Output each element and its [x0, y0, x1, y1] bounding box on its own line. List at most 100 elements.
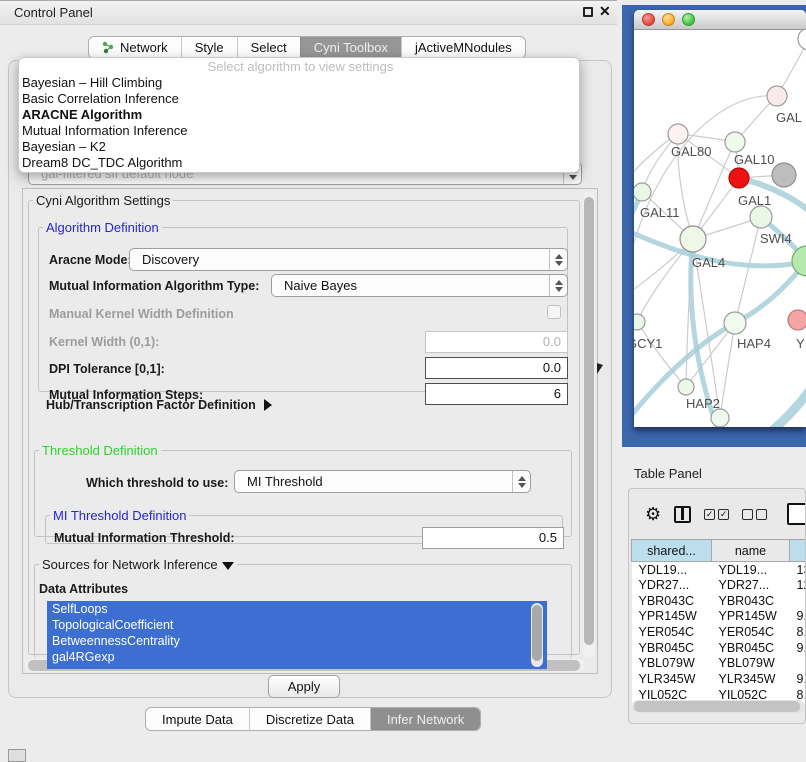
settings-vertical-scrollbar[interactable] — [583, 192, 595, 658]
attribute-item[interactable]: TopologicalCoefficient — [47, 617, 547, 633]
tab-discretize-data[interactable]: Discretize Data — [249, 708, 370, 730]
cyni-algorithm-settings-title: Cyni Algorithm Settings — [33, 193, 173, 208]
table-cell: YBL079W — [632, 656, 712, 672]
attribute-item[interactable]: BetweennessCentrality — [47, 633, 547, 649]
attributes-scrollbar[interactable] — [531, 603, 543, 667]
table-row[interactable]: YDL19...YDL19...13 — [632, 562, 806, 578]
which-threshold-combobox[interactable]: MI Threshold — [234, 470, 531, 493]
window-close-icon[interactable] — [642, 13, 655, 26]
network-edge[interactable] — [720, 323, 735, 418]
node-label: GCY1 — [634, 336, 662, 351]
network-canvas[interactable]: GALGAL80GAL10GAL1GAL11SWI4GAL4GCY1HAP4YH… — [634, 30, 806, 427]
gear-icon[interactable]: ⚙ — [645, 505, 661, 523]
table-row[interactable]: YBR043CYBR043C — [632, 593, 806, 609]
float-window-icon[interactable] — [583, 7, 593, 17]
network-node-y[interactable] — [788, 310, 806, 330]
tab-style[interactable]: Style — [181, 37, 237, 58]
node-label: GAL80 — [671, 144, 711, 159]
dropdown-item[interactable]: Mutual Information Inference — [19, 123, 579, 139]
tab-infer-network[interactable]: Infer Network — [370, 708, 480, 730]
table-column-header[interactable]: name — [712, 540, 790, 562]
network-node-hap2[interactable] — [678, 379, 694, 395]
table-cell: YPR145W — [632, 609, 712, 625]
close-icon[interactable]: ✕ — [599, 3, 611, 20]
node-table[interactable]: shared...name YDL19...YDL19...13YDR27...… — [631, 539, 806, 703]
dropdown-item[interactable]: Dream8 DC_TDC Algorithm — [19, 155, 579, 171]
table-cell: YBR043C — [632, 593, 712, 609]
floating-panel-icon[interactable] — [8, 749, 26, 762]
sources-title[interactable]: Sources for Network Inference — [39, 557, 237, 572]
network-window[interactable]: GALGAL80GAL10GAL1GAL11SWI4GAL4GCY1HAP4YH… — [634, 10, 806, 427]
network-node-gal[interactable] — [767, 86, 787, 106]
table-row[interactable]: YER054CYER054C8. — [632, 624, 806, 640]
dropdown-item[interactable]: Bayesian – K2 — [19, 139, 579, 155]
network-node-gal4[interactable] — [680, 226, 706, 252]
dpi-tolerance-field[interactable]: 0.0 — [425, 357, 568, 379]
new-table-icon[interactable] — [787, 503, 806, 525]
tab-select[interactable]: Select — [237, 37, 300, 58]
attribute-item[interactable]: SelfLoops — [47, 601, 547, 617]
network-node-gal10[interactable] — [725, 132, 745, 152]
table-row[interactable]: YLR345WYLR345W9. — [632, 671, 806, 687]
tab-impute-data[interactable]: Impute Data — [146, 708, 249, 730]
select-all-icon[interactable]: ✓✓ — [704, 509, 729, 520]
network-node-gal80[interactable] — [668, 124, 688, 144]
network-node-hap4[interactable] — [724, 312, 746, 334]
network-node[interactable] — [798, 30, 806, 50]
mi-steps-field[interactable]: 6 — [425, 383, 568, 405]
table-row[interactable]: YBR045CYBR045C9. — [632, 640, 806, 656]
mi-type-combobox[interactable]: Naive Bayes — [271, 274, 568, 297]
mi-threshold-field[interactable]: 0.5 — [422, 527, 564, 549]
table-cell: YDL19... — [632, 562, 712, 578]
table-cell: YLR345W — [632, 671, 712, 687]
dropdown-item[interactable]: Basic Correlation Inference — [19, 91, 579, 107]
node-label: GAL — [776, 110, 802, 125]
hub-factor-expander[interactable]: Hub/Transcription Factor Definition — [46, 398, 272, 412]
kernel-width-label: Kernel Width (0,1): — [49, 335, 159, 349]
network-node-swi4[interactable] — [750, 206, 772, 228]
dropdown-item[interactable]: ARACNE Algorithm — [19, 107, 579, 123]
data-attributes-label: Data Attributes — [39, 582, 128, 596]
dropdown-item[interactable]: Bayesian – Hill Climbing — [19, 75, 579, 91]
kernel-width-field[interactable]: 0.0 — [425, 331, 568, 353]
network-node-gal1[interactable] — [729, 168, 749, 188]
network-edge[interactable] — [634, 96, 777, 278]
tab-cyni-toolbox[interactable]: Cyni Toolbox — [300, 37, 401, 58]
manual-kernel-checkbox[interactable] — [547, 305, 561, 319]
table-cell: YLR345W — [712, 671, 790, 687]
network-window-titlebar[interactable] — [634, 10, 806, 30]
table-row[interactable]: YBL079WYBL079W — [632, 656, 806, 672]
network-node-gal11[interactable] — [634, 183, 651, 201]
data-attributes-list[interactable]: SelfLoopsTopologicalCoefficientBetweenne… — [47, 601, 547, 669]
network-node[interactable] — [711, 409, 729, 427]
table-row[interactable]: YDR27...YDR27...12 — [632, 577, 806, 593]
apply-button[interactable]: Apply — [268, 675, 340, 698]
node-label: Y — [796, 336, 805, 351]
table-column-header[interactable] — [790, 540, 806, 562]
tab-jactivemnodules[interactable]: jActiveMNodules — [401, 37, 525, 58]
table-cell: YPR145W — [712, 609, 790, 625]
dpi-tolerance-label: DPI Tolerance [0,1]: — [49, 362, 165, 376]
table-column-header[interactable]: shared... — [632, 540, 712, 562]
table-cell: YDL19... — [712, 562, 790, 578]
node-label: GAL1 — [738, 193, 771, 208]
network-view-frame: GALGAL80GAL10GAL1GAL11SWI4GAL4GCY1HAP4YH… — [622, 5, 806, 447]
network-node-gcy1[interactable] — [634, 314, 645, 330]
stepper-icon — [549, 249, 567, 270]
aracne-mode-combobox[interactable]: Discovery — [129, 248, 568, 271]
table-horizontal-scrollbar[interactable] — [632, 700, 804, 713]
expand-arrow-icon — [264, 399, 272, 411]
window-zoom-icon[interactable] — [682, 13, 695, 26]
control-panel-tab-bar: Network Style Select Cyni Toolbox jActiv… — [88, 36, 526, 59]
mi-threshold-definition-title: MI Threshold Definition — [50, 508, 189, 523]
network-edge[interactable] — [637, 322, 686, 387]
table-row[interactable]: YPR145WYPR145W9. — [632, 609, 806, 625]
table-cell: 9. — [790, 671, 806, 687]
column-selector-icon[interactable] — [674, 506, 691, 523]
window-minimize-icon[interactable] — [662, 13, 675, 26]
table-cell: YER054C — [712, 624, 790, 640]
network-node[interactable] — [772, 163, 796, 187]
attribute-item[interactable]: gal4RGexp — [47, 649, 547, 665]
tab-network[interactable]: Network — [89, 37, 181, 58]
deselect-all-icon[interactable] — [742, 509, 767, 520]
